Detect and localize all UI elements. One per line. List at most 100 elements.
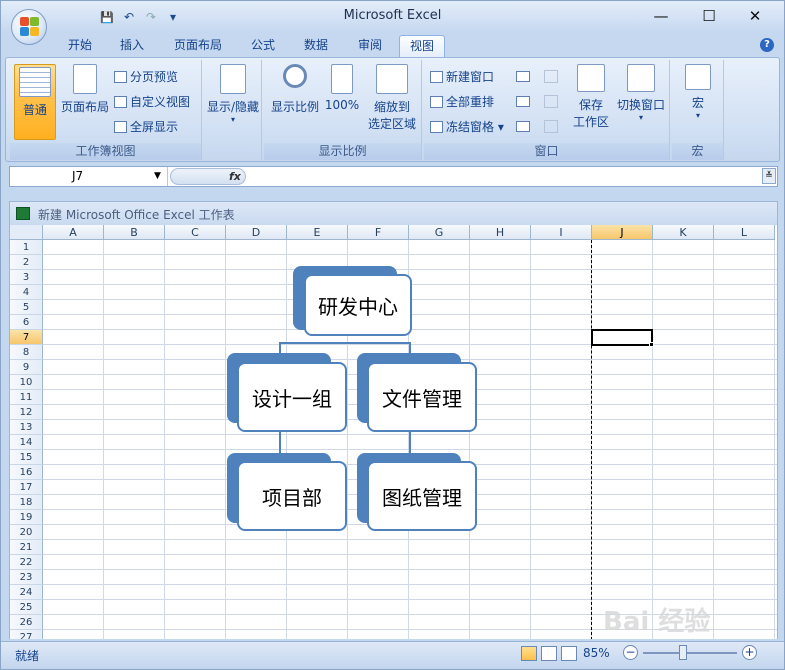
zoom-out-icon[interactable]: − xyxy=(623,645,638,660)
row-header-8[interactable]: 8 xyxy=(10,345,43,360)
column-header-i[interactable]: I xyxy=(531,225,592,240)
unhide-window-icon[interactable] xyxy=(516,121,530,132)
row-header-4[interactable]: 4 xyxy=(10,285,43,300)
office-button[interactable] xyxy=(11,9,47,45)
formula-input[interactable] xyxy=(250,168,760,185)
row-header-18[interactable]: 18 xyxy=(10,495,43,510)
page-layout-view-button[interactable]: 页面布局 xyxy=(60,64,110,115)
child-node-2[interactable]: 文件管理 xyxy=(367,362,477,432)
normal-view-status-icon[interactable] xyxy=(521,646,537,661)
row-header-24[interactable]: 24 xyxy=(10,585,43,600)
workbook-name: 新建 Microsoft Office Excel 工作表 xyxy=(38,208,235,222)
status-bar: 就绪 85% − + xyxy=(1,641,784,669)
tab-home[interactable]: 开始 xyxy=(59,35,101,57)
row-header-21[interactable]: 21 xyxy=(10,540,43,555)
show-hide-button[interactable]: 显示/隐藏 ▾ xyxy=(206,64,260,124)
grandchild-node-2[interactable]: 图纸管理 xyxy=(367,461,477,531)
help-icon[interactable]: ? xyxy=(760,38,774,52)
zoom-slider-thumb[interactable] xyxy=(679,645,687,660)
gridline-horizontal xyxy=(43,599,777,600)
tab-insert[interactable]: 插入 xyxy=(111,35,153,57)
tab-view[interactable]: 视图 xyxy=(399,35,445,57)
row-header-26[interactable]: 26 xyxy=(10,615,43,630)
freeze-panes-button[interactable]: 冻结窗格 ▾ xyxy=(430,118,504,136)
minimize-button[interactable]: — xyxy=(641,4,681,28)
page-break-preview-button[interactable]: 分页预览 xyxy=(114,68,178,86)
new-window-button[interactable]: 新建窗口 xyxy=(430,68,494,86)
row-header-12[interactable]: 12 xyxy=(10,405,43,420)
sync-scroll-icon[interactable] xyxy=(544,95,558,108)
zoom-100-button[interactable]: 100% xyxy=(324,64,360,112)
column-header-f[interactable]: F xyxy=(348,225,409,240)
grandchild-node-1[interactable]: 项目部 xyxy=(237,461,347,531)
page-layout-status-icon[interactable] xyxy=(541,646,557,661)
column-header-b[interactable]: B xyxy=(104,225,165,240)
zoom-level[interactable]: 85% xyxy=(583,646,610,660)
custom-views-button[interactable]: 自定义视图 xyxy=(114,93,190,111)
name-box-dropdown-icon[interactable]: ▼ xyxy=(154,167,161,186)
arrange-all-button[interactable]: 全部重排 xyxy=(430,93,494,111)
row-header-25[interactable]: 25 xyxy=(10,600,43,615)
row-header-3[interactable]: 3 xyxy=(10,270,43,285)
save-workspace-button[interactable]: 保存 工作区 xyxy=(570,64,612,130)
zoom-to-selection-button[interactable]: 缩放到 选定区域 xyxy=(364,64,420,132)
maximize-button[interactable]: ☐ xyxy=(689,4,729,28)
page-layout-icon xyxy=(73,64,97,94)
row-header-19[interactable]: 19 xyxy=(10,510,43,525)
row-header-1[interactable]: 1 xyxy=(10,240,43,255)
page-break-status-icon[interactable] xyxy=(561,646,577,661)
worksheet-grid[interactable]: 研发中心 设计一组 文件管理 项目部 图纸管理 ABCDEFGHIJKL1234… xyxy=(9,225,778,639)
fill-handle[interactable] xyxy=(649,342,654,347)
zoom-slider-track[interactable] xyxy=(643,652,737,654)
row-header-27[interactable]: 27 xyxy=(10,630,43,639)
row-header-14[interactable]: 14 xyxy=(10,435,43,450)
tab-data[interactable]: 数据 xyxy=(294,35,338,57)
formula-tools: fx xyxy=(170,168,246,185)
hide-window-icon[interactable] xyxy=(516,96,530,107)
column-header-a[interactable]: A xyxy=(43,225,104,240)
reset-position-icon[interactable] xyxy=(544,120,558,133)
tab-review[interactable]: 审阅 xyxy=(348,35,392,57)
column-header-j[interactable]: J xyxy=(592,225,653,240)
zoom-button[interactable]: 显示比例 xyxy=(268,64,322,115)
tab-formulas[interactable]: 公式 xyxy=(241,35,285,57)
column-header-l[interactable]: L xyxy=(714,225,775,240)
row-header-15[interactable]: 15 xyxy=(10,450,43,465)
expand-formula-bar-icon[interactable]: ≚ xyxy=(762,168,776,184)
row-header-5[interactable]: 5 xyxy=(10,300,43,315)
column-header-g[interactable]: G xyxy=(409,225,470,240)
tab-page-layout[interactable]: 页面布局 xyxy=(164,35,232,57)
row-header-16[interactable]: 16 xyxy=(10,465,43,480)
row-header-11[interactable]: 11 xyxy=(10,390,43,405)
row-header-13[interactable]: 13 xyxy=(10,420,43,435)
name-box[interactable]: J7 xyxy=(10,167,168,186)
column-header-c[interactable]: C xyxy=(165,225,226,240)
row-header-9[interactable]: 9 xyxy=(10,360,43,375)
active-cell-j7[interactable] xyxy=(591,329,653,346)
column-header-h[interactable]: H xyxy=(470,225,531,240)
column-header-d[interactable]: D xyxy=(226,225,287,240)
side-by-side-icon[interactable] xyxy=(544,70,558,83)
switch-windows-button[interactable]: 切换窗口 ▾ xyxy=(614,64,668,122)
row-header-10[interactable]: 10 xyxy=(10,375,43,390)
row-header-2[interactable]: 2 xyxy=(10,255,43,270)
close-button[interactable]: ✕ xyxy=(735,4,775,28)
macros-button[interactable]: 宏 ▾ xyxy=(678,64,718,120)
save-workspace-icon xyxy=(577,64,605,92)
row-header-7[interactable]: 7 xyxy=(10,330,43,345)
column-header-k[interactable]: K xyxy=(653,225,714,240)
row-header-22[interactable]: 22 xyxy=(10,555,43,570)
insert-function-icon[interactable]: fx xyxy=(229,169,241,185)
row-header-17[interactable]: 17 xyxy=(10,480,43,495)
root-node[interactable]: 研发中心 xyxy=(304,274,412,336)
select-all-corner[interactable] xyxy=(10,225,43,240)
row-header-20[interactable]: 20 xyxy=(10,525,43,540)
row-header-23[interactable]: 23 xyxy=(10,570,43,585)
split-icon[interactable] xyxy=(516,71,530,82)
column-header-e[interactable]: E xyxy=(287,225,348,240)
row-header-6[interactable]: 6 xyxy=(10,315,43,330)
full-screen-button[interactable]: 全屏显示 xyxy=(114,118,178,136)
normal-view-button[interactable]: 普通 xyxy=(14,64,56,140)
child-node-1[interactable]: 设计一组 xyxy=(237,362,347,432)
zoom-in-icon[interactable]: + xyxy=(742,645,757,660)
